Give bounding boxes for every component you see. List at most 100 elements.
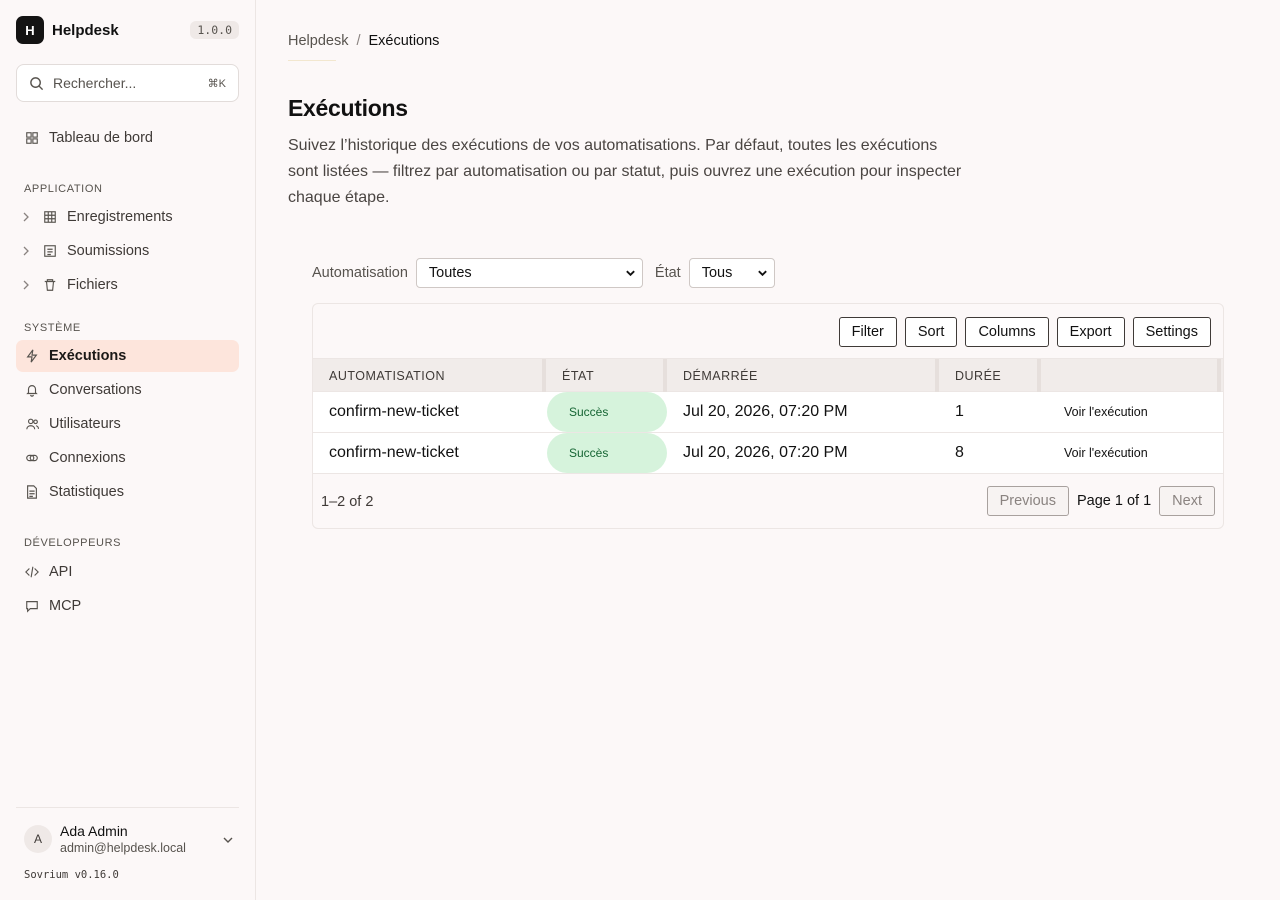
sidebar-item-label: Statistiques: [49, 484, 124, 500]
view-execution-link[interactable]: Voir l'exécution: [1064, 433, 1148, 473]
automation-select[interactable]: Toutes: [415, 258, 643, 288]
column-header-state[interactable]: ÉTAT: [562, 359, 594, 392]
breadcrumb-link-helpdesk[interactable]: Helpdesk: [288, 33, 348, 49]
status-badge: Succès: [547, 392, 667, 432]
column-header-duration[interactable]: DURÉE: [955, 359, 1001, 392]
table-row[interactable]: confirm-new-ticket Succès Jul 20, 2026, …: [313, 433, 1223, 474]
lightning-icon: [24, 348, 40, 364]
sidebar-item-records[interactable]: Enregistrements: [16, 201, 239, 233]
column-header-started[interactable]: DÉMARRÉE: [683, 359, 758, 392]
section-label-system: SYSTÈME: [24, 322, 81, 334]
view-execution-link[interactable]: Voir l'exécution: [1064, 392, 1148, 432]
column-resize-handle[interactable]: [1217, 359, 1221, 392]
table-header: AUTOMATISATION ÉTAT DÉMARRÉE DURÉE: [313, 358, 1223, 392]
export-button[interactable]: Export: [1056, 317, 1125, 347]
state-select[interactable]: Tous: [688, 258, 775, 288]
sidebar-item-label: API: [49, 564, 73, 580]
pagination: Previous Page 1 of 1 Next: [986, 486, 1215, 516]
previous-page-button[interactable]: Previous: [986, 486, 1069, 516]
column-resize-handle[interactable]: [1037, 359, 1041, 392]
avatar: A: [24, 825, 52, 853]
sidebar-item-label: Soumissions: [67, 243, 150, 259]
sidebar-item-label: Enregistrements: [67, 209, 173, 225]
footer-version: Sovrium v0.16.0: [24, 869, 119, 881]
settings-button[interactable]: Settings: [1132, 317, 1211, 347]
users-icon: [24, 416, 40, 432]
section-label-developers: DÉVELOPPEURS: [24, 537, 122, 549]
sidebar-item-statistics[interactable]: Statistiques: [16, 476, 239, 508]
column-header-automation[interactable]: AUTOMATISATION: [329, 359, 445, 392]
chevron-down-icon: [222, 831, 234, 847]
sidebar-item-files[interactable]: Fichiers: [16, 269, 239, 301]
page-description: Suivez l’historique des exécutions de vo…: [288, 137, 962, 206]
status-badge: Succès: [547, 433, 667, 473]
app-logo: H: [16, 16, 44, 44]
sidebar-item-label: Tableau de bord: [49, 130, 153, 146]
sidebar: H Helpdesk 1.0.0 Rechercher... ⌘K Tablea…: [0, 0, 256, 900]
duration-cell: 8: [955, 444, 964, 461]
sidebar-item-label: Fichiers: [67, 277, 118, 293]
column-resize-handle[interactable]: [935, 359, 939, 392]
app-version-badge: 1.0.0: [190, 21, 239, 39]
chevron-right-icon: [22, 246, 32, 256]
sidebar-item-api[interactable]: API: [16, 556, 239, 588]
sidebar-item-conversations[interactable]: Conversations: [16, 374, 239, 406]
breadcrumb: Helpdesk / Exécutions: [288, 33, 439, 49]
sidebar-item-label: MCP: [49, 598, 82, 614]
user-email: admin@helpdesk.local: [60, 841, 186, 855]
automation-cell: confirm-new-ticket: [329, 444, 459, 461]
sidebar-item-label: Utilisateurs: [49, 416, 121, 432]
sidebar-item-submissions[interactable]: Soumissions: [16, 235, 239, 267]
page-indicator: Page 1 of 1: [1077, 493, 1152, 509]
sidebar-item-executions[interactable]: Exécutions: [16, 340, 239, 372]
chat-icon: [24, 598, 40, 614]
state-select-value: Tous: [701, 265, 733, 281]
trash-icon: [42, 277, 58, 293]
search-input[interactable]: Rechercher... ⌘K: [16, 64, 239, 102]
started-cell: Jul 20, 2026, 07:20 PM: [683, 403, 848, 420]
executions-table: Filter Sort Columns Export Settings AUTO…: [312, 303, 1224, 529]
automation-filter-label: Automatisation: [312, 265, 408, 281]
sidebar-item-connections[interactable]: Connexions: [16, 442, 239, 474]
brand[interactable]: H Helpdesk 1.0.0: [16, 16, 239, 44]
grid-icon: [24, 130, 40, 146]
code-icon: [24, 564, 40, 580]
sidebar-item-label: Conversations: [49, 382, 142, 398]
sidebar-item-label: Connexions: [49, 450, 126, 466]
breadcrumb-current: Exécutions: [368, 33, 440, 49]
document-icon: [24, 484, 40, 500]
search-icon: [30, 76, 44, 90]
filter-bar: Automatisation Toutes État Tous: [312, 258, 775, 288]
table-icon: [42, 209, 58, 225]
next-page-button[interactable]: Next: [1159, 486, 1215, 516]
filter-button[interactable]: Filter: [838, 317, 897, 347]
automation-cell: confirm-new-ticket: [329, 403, 459, 420]
page-title: Exécutions: [288, 95, 408, 121]
columns-button[interactable]: Columns: [965, 317, 1049, 347]
bell-icon: [24, 382, 40, 398]
app-name: Helpdesk: [52, 21, 119, 39]
sidebar-item-label: Exécutions: [49, 348, 127, 364]
link-icon: [24, 450, 40, 466]
user-menu[interactable]: A Ada Admin admin@helpdesk.local: [24, 822, 234, 856]
column-resize-handle[interactable]: [663, 359, 667, 392]
search-placeholder: Rechercher...: [53, 75, 137, 91]
column-resize-handle[interactable]: [542, 359, 546, 392]
search-shortcut: ⌘K: [207, 77, 226, 90]
sidebar-item-users[interactable]: Utilisateurs: [16, 408, 239, 440]
table-row[interactable]: confirm-new-ticket Succès Jul 20, 2026, …: [313, 392, 1223, 433]
automation-select-value: Toutes: [428, 265, 472, 281]
user-name: Ada Admin: [60, 823, 128, 839]
started-cell: Jul 20, 2026, 07:20 PM: [683, 444, 848, 461]
sidebar-item-dashboard[interactable]: Tableau de bord: [16, 122, 239, 154]
form-icon: [42, 243, 58, 259]
sort-button[interactable]: Sort: [904, 317, 958, 347]
divider: [16, 807, 239, 808]
breadcrumb-separator: /: [356, 33, 361, 49]
breadcrumb-underline: [288, 60, 336, 61]
state-filter-label: État: [654, 265, 681, 281]
sidebar-item-mcp[interactable]: MCP: [16, 590, 239, 622]
chevron-down-icon: [757, 270, 767, 277]
section-label-application: APPLICATION: [24, 183, 103, 195]
chevron-right-icon: [22, 280, 32, 290]
